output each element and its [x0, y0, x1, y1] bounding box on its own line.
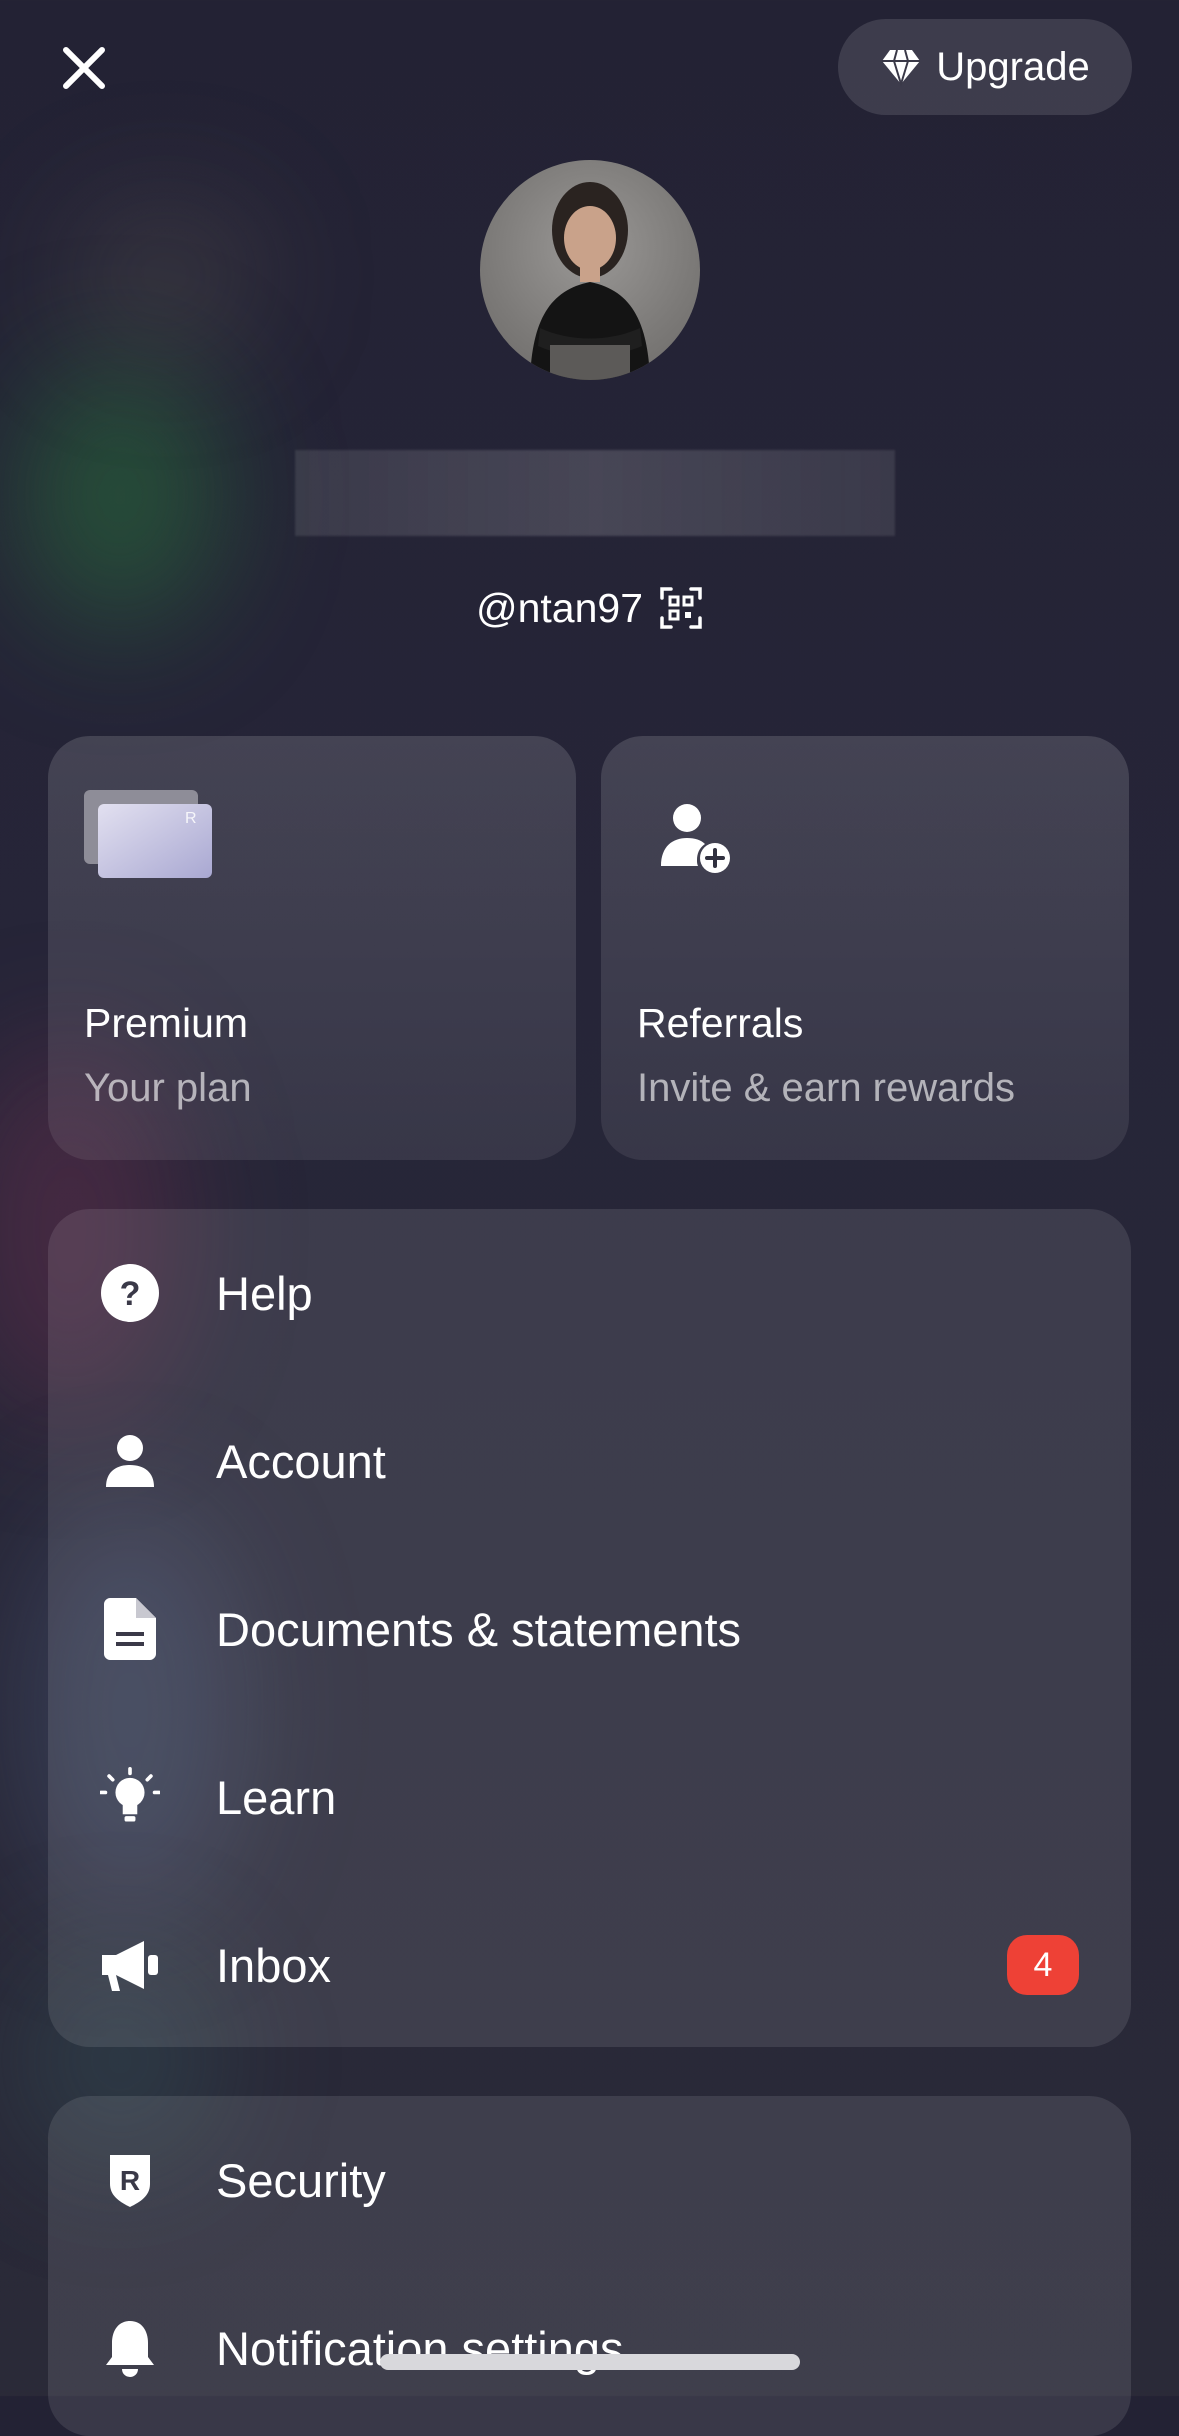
menu-item-label: Security [216, 2153, 386, 2207]
bell-icon [100, 2318, 160, 2378]
megaphone-icon [100, 1935, 160, 1995]
inbox-badge: 4 [1007, 1935, 1079, 1995]
close-button[interactable] [56, 40, 112, 96]
upgrade-label: Upgrade [936, 44, 1090, 89]
lightbulb-icon [100, 1767, 160, 1827]
profile-name-redacted [295, 450, 895, 536]
referrals-title: Referrals [637, 1000, 804, 1046]
background-glow [70, 200, 260, 350]
add-person-icon [661, 804, 730, 873]
plan-title: Premium [84, 1000, 249, 1046]
shield-icon: R [100, 2150, 160, 2210]
document-icon [100, 1598, 160, 1660]
menu-item-label: Inbox [216, 1938, 331, 1992]
person-icon [100, 1431, 160, 1491]
close-icon [63, 47, 105, 89]
profile-handle-row[interactable]: @ntan97 [0, 578, 1179, 638]
upgrade-button[interactable]: Upgrade [838, 19, 1132, 115]
menu-item-account[interactable]: Account [48, 1377, 1131, 1545]
qr-code-icon[interactable] [659, 586, 703, 630]
referrals-subtitle: Invite & earn rewards [637, 1066, 1015, 1110]
profile-handle: @ntan97 [475, 584, 644, 631]
menu-item-label: Account [216, 1434, 386, 1488]
menu-item-label: Documents & statements [216, 1602, 742, 1656]
menu-item-label: Help [216, 1266, 313, 1320]
menu-item-security[interactable]: R Security [48, 2096, 1131, 2264]
avatar[interactable] [480, 160, 700, 380]
menu-item-help[interactable]: ? Help [48, 1209, 1131, 1377]
menu-item-documents[interactable]: Documents & statements [48, 1545, 1131, 1713]
main-menu: ? Help Account Documents & statements Le… [48, 1209, 1131, 2047]
menu-item-label: Learn [216, 1770, 337, 1824]
menu-item-notification-settings[interactable]: Notification settings [48, 2264, 1131, 2432]
svg-text:R: R [120, 2165, 140, 2196]
card-letter: R [185, 810, 197, 827]
settings-menu: R Security Notification settings [48, 2096, 1131, 2436]
premium-card-icon [84, 790, 212, 878]
referrals-card[interactable]: Referrals Invite & earn rewards [601, 736, 1129, 1160]
home-indicator [380, 2354, 800, 2370]
profile-photo [530, 182, 650, 380]
diamond-icon [882, 49, 921, 88]
plan-subtitle: Your plan [84, 1066, 252, 1110]
plan-card[interactable]: R Premium Your plan [48, 736, 576, 1160]
svg-text:?: ? [120, 1275, 141, 1313]
menu-item-inbox[interactable]: Inbox 4 [48, 1881, 1131, 2049]
help-icon: ? [100, 1263, 160, 1323]
menu-item-learn[interactable]: Learn [48, 1713, 1131, 1881]
